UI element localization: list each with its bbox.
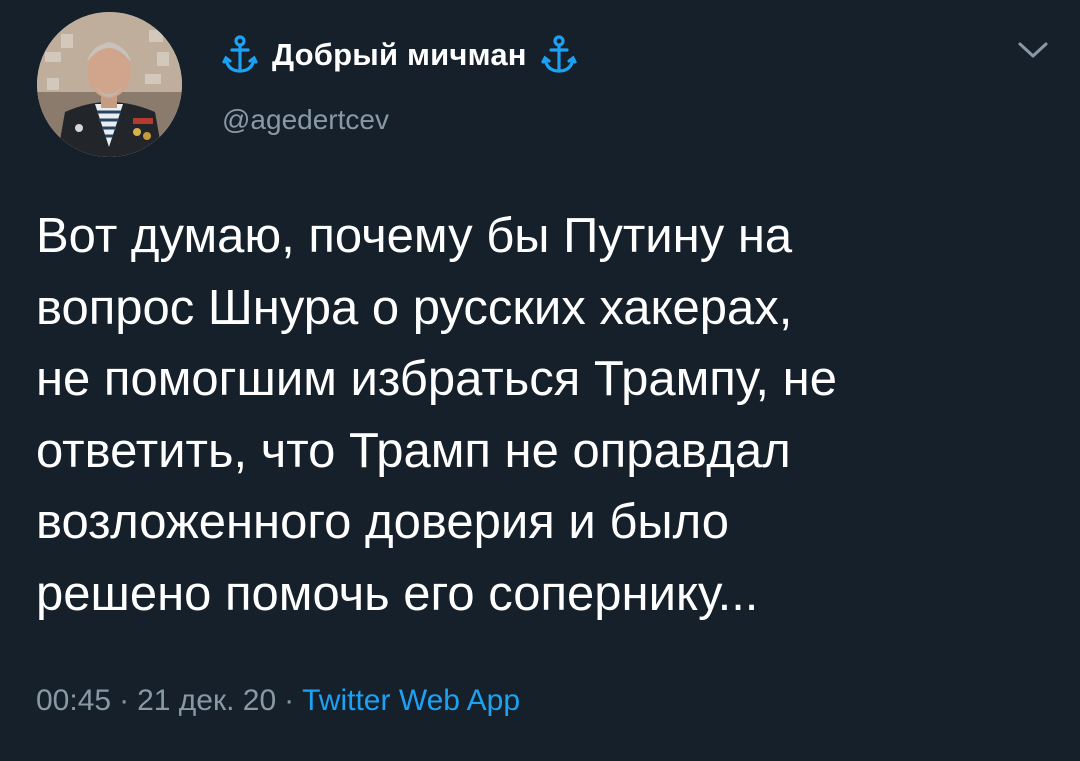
anchor-icon: [541, 35, 577, 75]
tweet-date[interactable]: 21 дек. 20: [137, 684, 276, 717]
author-display-name[interactable]: Добрый мичман: [272, 37, 527, 73]
tweet-text: Вот думаю, почему бы Путину на вопрос Шн…: [36, 209, 837, 621]
tweet-time[interactable]: 00:45: [36, 684, 111, 717]
chevron-down-icon[interactable]: [1016, 38, 1050, 62]
meta-separator: ·: [284, 684, 295, 717]
anchor-icon: [222, 35, 258, 75]
tweet-meta: 00:45 · 21 дек. 20 · Twitter Web App: [36, 684, 520, 718]
meta-separator: ·: [119, 684, 130, 717]
tweet-source-link[interactable]: Twitter Web App: [302, 684, 520, 717]
author-name-row[interactable]: Добрый мичман: [222, 33, 577, 77]
avatar-photo: [37, 12, 182, 157]
avatar[interactable]: [37, 12, 182, 157]
author-handle[interactable]: @agedertcev: [222, 104, 389, 136]
tweet-card: Добрый мичман @agedertcev Вот думаю, поч…: [0, 0, 1080, 761]
